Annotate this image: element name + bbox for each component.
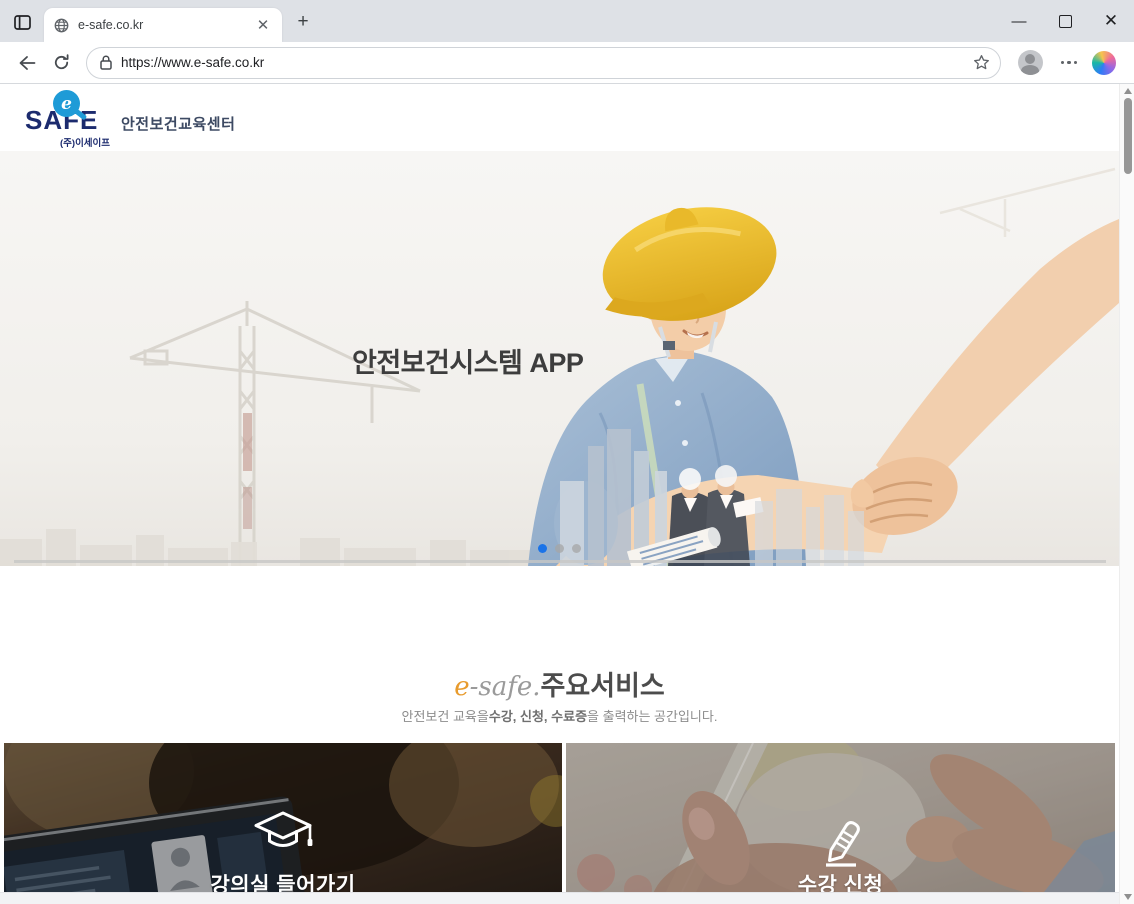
card-enrollment[interactable]: 수강 신청 (566, 743, 1115, 892)
logo-company-name: (주)이세이프 (60, 135, 110, 149)
browser-tab[interactable]: e-safe.co.kr ✕ (44, 8, 282, 42)
site-header: SAFE e (주)이세이프 안전보건교육센터 (0, 84, 1119, 152)
heading-main: 주요서비스 (541, 671, 665, 701)
tab-actions-button[interactable] (10, 10, 34, 34)
url-text[interactable]: https://www.e-safe.co.kr (121, 55, 973, 70)
scroll-down-arrow-icon[interactable] (1124, 894, 1132, 900)
services-heading: e-safe.주요서비스 (0, 664, 1119, 703)
scroll-up-arrow-icon[interactable] (1124, 88, 1132, 94)
scrollbar-thumb[interactable] (1124, 98, 1132, 174)
service-cards: 강의실 들어가기 (0, 743, 1119, 892)
new-tab-button[interactable]: + (292, 11, 314, 33)
card-classroom[interactable]: 강의실 들어가기 (4, 743, 562, 892)
next-section-edge (0, 892, 1119, 904)
settings-menu-button[interactable] (1061, 61, 1078, 65)
tab-actions-icon (14, 15, 31, 30)
services-description: 안전보건 교육을수강, 신청, 수료증을 출력하는 공간입니다. (0, 706, 1119, 725)
heading-e: e (454, 672, 469, 702)
window-controls: — ✕ (996, 0, 1134, 42)
close-window-button[interactable]: ✕ (1088, 0, 1134, 42)
refresh-icon (53, 54, 70, 71)
pencil-icon (813, 809, 869, 867)
refresh-button[interactable] (46, 48, 76, 78)
heading-safe: -safe. (470, 672, 541, 702)
site-title: 안전보건교육센터 (121, 113, 235, 134)
browser-titlebar: e-safe.co.kr ✕ + — ✕ (0, 0, 1134, 42)
browser-window: e-safe.co.kr ✕ + — ✕ https:/ (0, 0, 1134, 904)
globe-icon (54, 18, 69, 33)
minimize-button[interactable]: — (996, 0, 1042, 42)
hero-banner[interactable]: 안전보건시스템 APP (0, 151, 1119, 566)
logo-e-badge: e (53, 90, 80, 117)
address-bar[interactable]: https://www.e-safe.co.kr (86, 47, 1001, 79)
page-scrollbar[interactable] (1119, 84, 1134, 904)
browser-toolbar: https://www.e-safe.co.kr (0, 42, 1134, 84)
back-button[interactable] (12, 48, 42, 78)
tab-close-button[interactable]: ✕ (254, 16, 272, 34)
card-label: 수강 신청 (566, 869, 1115, 892)
card-label: 강의실 들어가기 (4, 869, 562, 892)
page-content: SAFE e (주)이세이프 안전보건교육센터 (0, 84, 1119, 904)
site-logo[interactable]: SAFE e (주)이세이프 안전보건교육센터 (18, 84, 298, 151)
back-arrow-icon (18, 55, 36, 71)
services-section: e-safe.주요서비스 안전보건 교육을수강, 신청, 수료증을 출력하는 공… (0, 566, 1119, 743)
profile-button[interactable] (1018, 50, 1043, 75)
tab-title: e-safe.co.kr (78, 18, 254, 32)
carousel-dot[interactable] (538, 544, 547, 553)
graduation-cap-icon (253, 809, 313, 861)
star-icon[interactable] (973, 54, 990, 71)
maximize-button[interactable] (1042, 0, 1088, 42)
carousel-progress-track (14, 560, 1106, 563)
carousel-dots (538, 544, 581, 553)
hero-title: 안전보건시스템 APP (352, 341, 583, 380)
carousel-dot[interactable] (555, 544, 564, 553)
maximize-icon (1059, 15, 1072, 28)
copilot-icon[interactable] (1092, 51, 1116, 75)
carousel-dot[interactable] (572, 544, 581, 553)
lock-icon (100, 55, 112, 70)
